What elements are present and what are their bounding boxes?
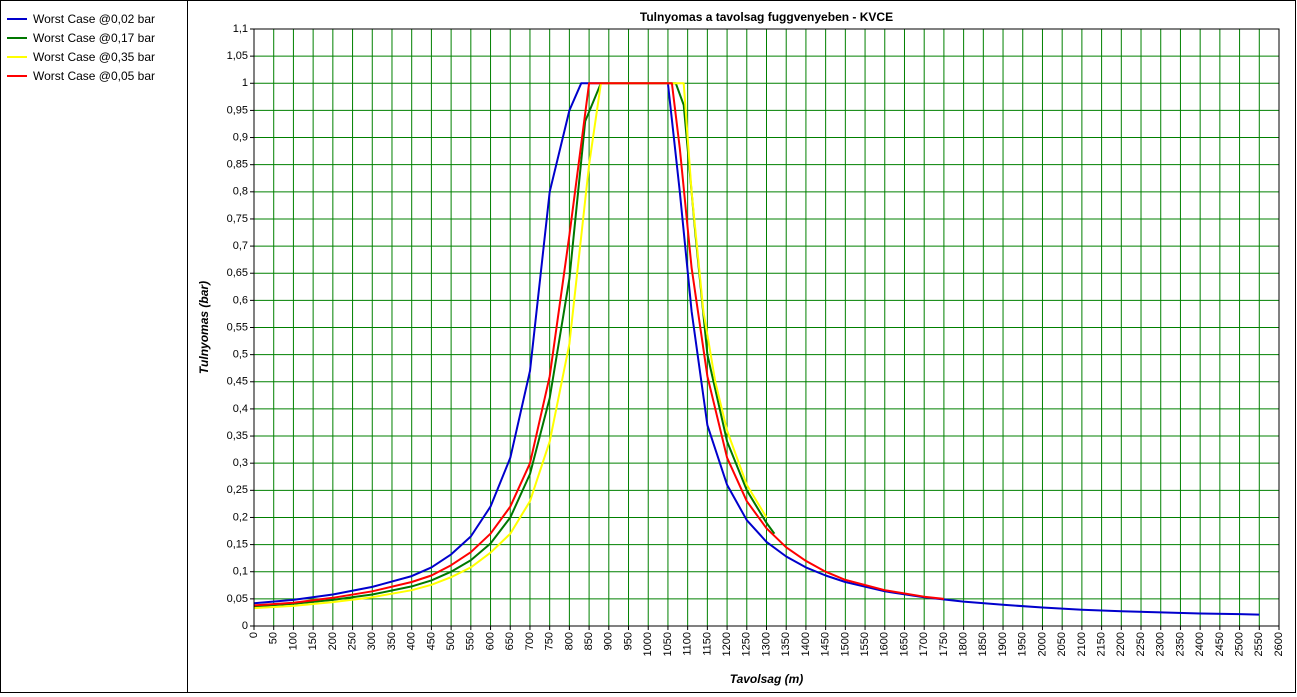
x-tick-label: 1450 bbox=[820, 632, 832, 656]
x-tick-label: 1700 bbox=[918, 632, 930, 656]
y-tick-label: 0,5 bbox=[233, 349, 248, 361]
y-tick-label: 0,25 bbox=[227, 484, 248, 496]
legend-item: Worst Case @0,02 bar bbox=[7, 10, 155, 28]
x-tick-label: 2450 bbox=[1214, 632, 1226, 656]
x-tick-label: 800 bbox=[563, 632, 575, 650]
x-tick-label: 100 bbox=[287, 632, 299, 650]
x-tick-label: 1850 bbox=[977, 632, 989, 656]
y-tick-label: 0,45 bbox=[227, 376, 248, 388]
legend-item: Worst Case @0,17 bar bbox=[7, 29, 155, 47]
x-tick-label: 200 bbox=[327, 632, 339, 650]
x-tick-label: 2000 bbox=[1036, 632, 1048, 656]
x-tick-label: 650 bbox=[504, 632, 516, 650]
x-tick-label: 2050 bbox=[1056, 632, 1068, 656]
chart-panel: 0 50 100 150 200 250 300 350 400 450 500 550 600 650 7… bbox=[188, 0, 1296, 693]
x-tick-label: 300 bbox=[366, 632, 378, 650]
legend-swatch bbox=[7, 18, 27, 20]
x-tick-label: 0 bbox=[248, 632, 260, 638]
y-tick-label: 0,2 bbox=[233, 511, 248, 523]
tick-labels: 0 50 100 150 200 250 300 350 400 450 500 550 600 650 7… bbox=[227, 23, 1285, 657]
x-tick-label: 1650 bbox=[898, 632, 910, 656]
x-tick-label: 600 bbox=[484, 632, 496, 650]
y-tick-label: 1,1 bbox=[233, 23, 248, 35]
x-tick-label: 900 bbox=[603, 632, 615, 650]
legend-swatch bbox=[7, 75, 27, 77]
x-tick-label: 850 bbox=[583, 632, 595, 650]
legend-label: Worst Case @0,35 bar bbox=[33, 50, 156, 64]
x-tick-label: 250 bbox=[346, 632, 358, 650]
x-tick-label: 1800 bbox=[958, 632, 970, 656]
legend-label: Worst Case @0,05 bar bbox=[33, 69, 156, 83]
y-tick-label: 0,15 bbox=[227, 538, 248, 550]
x-tick-label: 2300 bbox=[1155, 632, 1167, 656]
x-tick-label: 1050 bbox=[662, 632, 674, 656]
x-tick-label: 2400 bbox=[1194, 632, 1206, 656]
legend-item: Worst Case @0,35 bar bbox=[7, 48, 155, 66]
x-tick-label: 1350 bbox=[780, 632, 792, 656]
x-axis-label: Tavolsag (m) bbox=[730, 672, 804, 686]
x-tick-label: 400 bbox=[406, 632, 418, 650]
x-tick-label: 1600 bbox=[879, 632, 891, 656]
chart-title: Tulnyomas a tavolsag fuggvenyeben - KVCE bbox=[640, 10, 893, 24]
y-tick-label: 0,3 bbox=[233, 457, 248, 469]
x-tick-label: 450 bbox=[425, 632, 437, 650]
x-tick-label: 500 bbox=[445, 632, 457, 650]
x-tick-label: 1000 bbox=[642, 632, 654, 656]
series-line bbox=[253, 82, 1260, 616]
x-tick-label: 1950 bbox=[1017, 632, 1029, 656]
legend-swatch bbox=[7, 37, 27, 39]
x-tick-label: 2250 bbox=[1135, 632, 1147, 656]
y-tick-label: 0 bbox=[242, 620, 248, 632]
x-tick-label: 2350 bbox=[1174, 632, 1186, 656]
y-tick-label: 0,65 bbox=[227, 267, 248, 279]
legend-item: Worst Case @0,05 bar bbox=[7, 67, 155, 85]
x-tick-label: 1500 bbox=[839, 632, 851, 656]
y-tick-label: 0,85 bbox=[227, 159, 248, 171]
x-tick-label: 700 bbox=[524, 632, 536, 650]
x-tick-label: 1400 bbox=[800, 632, 812, 656]
x-tick-label: 750 bbox=[544, 632, 556, 650]
y-axis-label: Tulnyomas (bar) bbox=[197, 281, 211, 374]
y-tick-label: 0,8 bbox=[233, 186, 248, 198]
x-tick-label: 1550 bbox=[859, 632, 871, 656]
grid bbox=[253, 28, 1280, 627]
x-tick-label: 2200 bbox=[1115, 632, 1127, 656]
x-tick-label: 2600 bbox=[1273, 632, 1285, 656]
legend: Worst Case @0,02 bar Worst Case @0,17 ba… bbox=[0, 0, 189, 693]
x-tick-label: 350 bbox=[386, 632, 398, 650]
line-chart: 0 50 100 150 200 250 300 350 400 450 500 550 600 650 7… bbox=[197, 10, 1285, 686]
legend-label: Worst Case @0,02 bar bbox=[33, 12, 156, 26]
series-lines bbox=[253, 82, 1260, 616]
x-tick-label: 2100 bbox=[1076, 632, 1088, 656]
x-tick-label: 1200 bbox=[721, 632, 733, 656]
legend-label: Worst Case @0,17 bar bbox=[33, 31, 156, 45]
x-tick-label: 50 bbox=[268, 632, 280, 644]
y-tick-label: 1,05 bbox=[227, 50, 248, 62]
series-line bbox=[253, 82, 945, 607]
y-tick-label: 0,9 bbox=[233, 131, 248, 143]
x-tick-label: 1300 bbox=[760, 632, 772, 656]
y-tick-label: 0,7 bbox=[233, 240, 248, 252]
x-tick-label: 1750 bbox=[938, 632, 950, 656]
x-tick-label: 550 bbox=[465, 632, 477, 650]
y-tick-label: 0,4 bbox=[233, 403, 248, 415]
x-tick-label: 1150 bbox=[701, 632, 713, 656]
x-tick-label: 2550 bbox=[1253, 632, 1265, 656]
legend-swatch bbox=[7, 56, 27, 58]
x-tick-label: 1100 bbox=[682, 632, 694, 656]
y-tick-label: 0,6 bbox=[233, 294, 248, 306]
y-tick-label: 0,35 bbox=[227, 430, 248, 442]
x-tick-label: 150 bbox=[307, 632, 319, 650]
x-tick-label: 1900 bbox=[997, 632, 1009, 656]
y-tick-label: 0,55 bbox=[227, 321, 248, 333]
y-tick-label: 0,1 bbox=[233, 566, 248, 578]
x-tick-label: 1250 bbox=[741, 632, 753, 656]
y-tick-label: 1 bbox=[242, 77, 248, 89]
x-tick-label: 2150 bbox=[1096, 632, 1108, 656]
x-tick-label: 2500 bbox=[1233, 632, 1245, 656]
x-tick-label: 950 bbox=[622, 632, 634, 650]
y-tick-label: 0,75 bbox=[227, 213, 248, 225]
y-tick-label: 0,95 bbox=[227, 104, 248, 116]
y-tick-label: 0,05 bbox=[227, 593, 248, 605]
